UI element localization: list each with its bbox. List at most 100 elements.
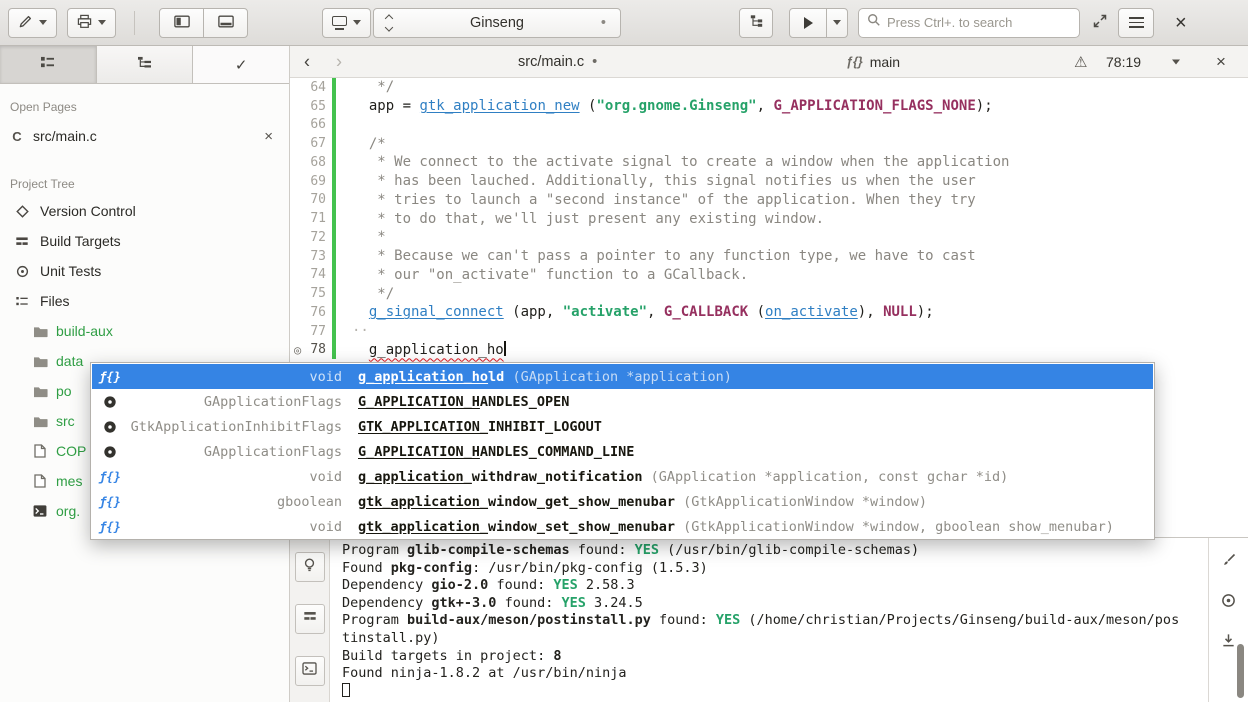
code-segment: NULL: [883, 304, 917, 320]
sidebar-tab-checks[interactable]: ✓: [193, 46, 289, 83]
menu-button[interactable]: [1118, 8, 1154, 38]
scrollbar-thumb[interactable]: [1237, 644, 1244, 698]
code-line[interactable]: 72 *: [290, 228, 1248, 247]
window-close-button[interactable]: ×: [1166, 8, 1196, 38]
play-icon: [804, 17, 813, 29]
output-segment: Found: [342, 560, 391, 576]
sidebar-item-unit-tests[interactable]: Unit Tests: [0, 256, 289, 286]
target-icon[interactable]: [1221, 593, 1236, 613]
code-line[interactable]: 70 * tries to launch a "second instance"…: [290, 191, 1248, 210]
vcs-change-bar: [332, 266, 336, 285]
code-segment: ··: [352, 323, 369, 339]
output-segment: gtk+-3.0: [431, 595, 496, 611]
code-line[interactable]: 77 ··: [290, 322, 1248, 341]
line-gutter: 70: [290, 191, 336, 210]
brush-icon[interactable]: [1221, 552, 1237, 573]
code-line[interactable]: 73 * Because we can't pass a pointer to …: [290, 247, 1248, 266]
output-segment: 2.58.3: [578, 577, 635, 593]
output-segment: Dependency: [342, 595, 431, 611]
code-line[interactable]: 66: [290, 116, 1248, 135]
sidebar-item-version-control[interactable]: Version Control: [0, 196, 289, 226]
sidebar-item-build-targets[interactable]: Build Targets: [0, 226, 289, 256]
output-segment: build-aux/meson/postinstall.py: [407, 612, 651, 628]
c-file-icon: C: [10, 129, 24, 144]
output-segment: Program: [342, 612, 407, 628]
hamburger-icon: [1129, 17, 1144, 28]
code-segment: */: [352, 79, 394, 95]
code-segment: on_activate: [765, 304, 858, 320]
search-input[interactable]: [887, 15, 1071, 30]
modified-dot: •: [592, 54, 597, 70]
edit-menu-button[interactable]: [8, 8, 57, 38]
sidebar-tab-tree[interactable]: [97, 46, 194, 83]
vcs-change-bar: [332, 134, 336, 153]
download-icon[interactable]: [1221, 633, 1236, 653]
file-item[interactable]: build-aux: [0, 316, 289, 346]
code-line[interactable]: 74 * our "on_activate" function to a GCa…: [290, 266, 1248, 285]
completion-row[interactable]: ƒ{}gbooleangtk_application_window_get_sh…: [92, 489, 1153, 514]
enum-icon: [92, 420, 128, 434]
build-log-button[interactable]: [295, 604, 325, 634]
editor-menu-caret[interactable]: [1172, 59, 1180, 64]
completion-row[interactable]: GtkApplicationInhibitFlagsGTK_APPLICATIO…: [92, 414, 1153, 439]
toggle-left-panel-button[interactable]: [159, 8, 204, 38]
completion-row[interactable]: ƒ{}voidg_application_hold (GApplication …: [92, 364, 1153, 389]
code-segment: "activate": [563, 304, 647, 320]
build-pipeline-button[interactable]: [739, 8, 773, 38]
line-number: 77: [310, 324, 326, 339]
back-button[interactable]: ‹: [304, 51, 310, 72]
file-item-label: org.: [56, 503, 80, 519]
completion-row[interactable]: GApplicationFlagsG_APPLICATION_HANDLES_O…: [92, 389, 1153, 414]
build-output-line: Program glib-compile-schemas found: YES …: [342, 542, 1208, 560]
open-page-row[interactable]: C src/main.c ×: [0, 121, 289, 151]
output-segment: Program: [342, 542, 407, 558]
project-tree-items: Version ControlBuild TargetsUnit TestsFi…: [0, 196, 289, 316]
code-line[interactable]: ◎78 g_application_ho: [290, 341, 1248, 360]
completion-row[interactable]: ƒ{}voidgtk_application_window_set_show_m…: [92, 514, 1153, 539]
file-item-label: build-aux: [56, 323, 113, 339]
forward-button[interactable]: ›: [336, 51, 342, 72]
line-number: 64: [310, 80, 326, 95]
completion-name: GTK_APPLICATION_INHIBIT_LOGOUT: [358, 419, 602, 435]
code-line[interactable]: 68 * We connect to the activate signal t…: [290, 153, 1248, 172]
code-line[interactable]: 71 * to do that, we'll just present any …: [290, 209, 1248, 228]
code-line[interactable]: 75 */: [290, 284, 1248, 303]
omnibar-button[interactable]: Ginseng •: [373, 8, 621, 38]
toggle-bottom-panel-button[interactable]: [203, 8, 248, 38]
run-button[interactable]: [789, 8, 827, 38]
code-line[interactable]: 64 */: [290, 78, 1248, 97]
sidebar-tab-pages[interactable]: [0, 46, 97, 83]
close-page-icon[interactable]: ×: [264, 128, 273, 145]
completion-row[interactable]: ƒ{}voidg_application_withdraw_notificati…: [92, 464, 1153, 489]
dropdown-caret-icon: [353, 20, 361, 25]
run-options-button[interactable]: [826, 8, 848, 38]
terminal-icon: [30, 505, 50, 517]
code-text: app = gtk_application_new ("org.gnome.Gi…: [336, 98, 993, 114]
export-menu-button[interactable]: [67, 8, 116, 38]
code-text: * We connect to the activate signal to c…: [336, 154, 1009, 170]
rest-text: window_set_show_menubar: [488, 519, 675, 535]
sidebar-item-files[interactable]: Files: [0, 286, 289, 316]
symbol-indicator[interactable]: ƒ{} main: [846, 54, 900, 70]
completion-name: gtk_application_window_get_show_menubar: [358, 494, 675, 510]
completion-params: (GtkApplicationWindow *window, gboolean …: [675, 519, 1114, 535]
code-line[interactable]: 69 * has been lauched. Additionally, thi…: [290, 172, 1248, 191]
device-menu-button[interactable]: [322, 8, 371, 38]
build-output-line: Dependency gio-2.0 found: YES 2.58.3: [342, 577, 1208, 595]
fullscreen-button[interactable]: [1092, 8, 1108, 38]
match-text: g_application_ho: [358, 369, 488, 385]
code-line[interactable]: 76 g_signal_connect (app, "activate", G_…: [290, 303, 1248, 322]
terminal-button[interactable]: [295, 656, 325, 686]
match-text: gtk_application_: [358, 519, 488, 535]
todo-button[interactable]: [295, 552, 325, 582]
vcs-change-bar: [332, 191, 336, 210]
code-text: * Because we can't pass a pointer to any…: [336, 248, 976, 264]
project-title: Ginseng: [470, 15, 524, 31]
code-lines: 64 */65 app = gtk_application_new ("org.…: [290, 78, 1248, 359]
editor-close-button[interactable]: ×: [1216, 52, 1226, 72]
global-search[interactable]: [858, 8, 1080, 38]
code-line[interactable]: 67 /*: [290, 134, 1248, 153]
match-text: gtk_application_: [358, 494, 488, 510]
completion-row[interactable]: GApplicationFlagsG_APPLICATION_HANDLES_C…: [92, 439, 1153, 464]
code-line[interactable]: 65 app = gtk_application_new ("org.gnome…: [290, 97, 1248, 116]
